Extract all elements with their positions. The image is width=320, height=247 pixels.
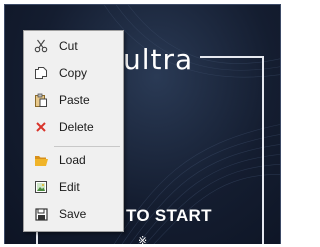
menu-item-edit[interactable]: Edit (24, 174, 123, 200)
folder-open-icon (33, 152, 49, 168)
menu-item-label: Save (59, 207, 87, 221)
menu-item-label: Cut (59, 39, 78, 53)
sparkle-icon: ※ (138, 235, 148, 247)
menu-item-label: Edit (59, 180, 80, 194)
menu-item-paste[interactable]: Paste (24, 87, 123, 113)
menu-item-delete[interactable]: Delete (24, 114, 123, 140)
menu-item-label: Copy (59, 66, 88, 80)
copy-icon (33, 65, 49, 81)
menu-item-label: Delete (59, 120, 94, 134)
frame-line-right (262, 56, 264, 244)
menu-item-label: Paste (59, 93, 90, 107)
start-caption: TO START (126, 206, 212, 225)
frame-line-top (200, 56, 262, 58)
delete-x-icon (33, 119, 49, 135)
menu-item-label: Load (59, 153, 86, 167)
save-disk-icon (33, 206, 49, 222)
menu-item-load[interactable]: Load (24, 147, 123, 173)
edit-image-icon (33, 179, 49, 195)
menu-item-cut[interactable]: Cut (24, 33, 123, 59)
menu-item-save[interactable]: Save (24, 201, 123, 227)
scissors-icon (33, 38, 49, 54)
paste-icon (33, 92, 49, 108)
context-menu: Cut Copy Paste Delete Load Edit Save (23, 30, 124, 232)
brand-logo: ultra (123, 43, 194, 76)
menu-item-copy[interactable]: Copy (24, 60, 123, 86)
